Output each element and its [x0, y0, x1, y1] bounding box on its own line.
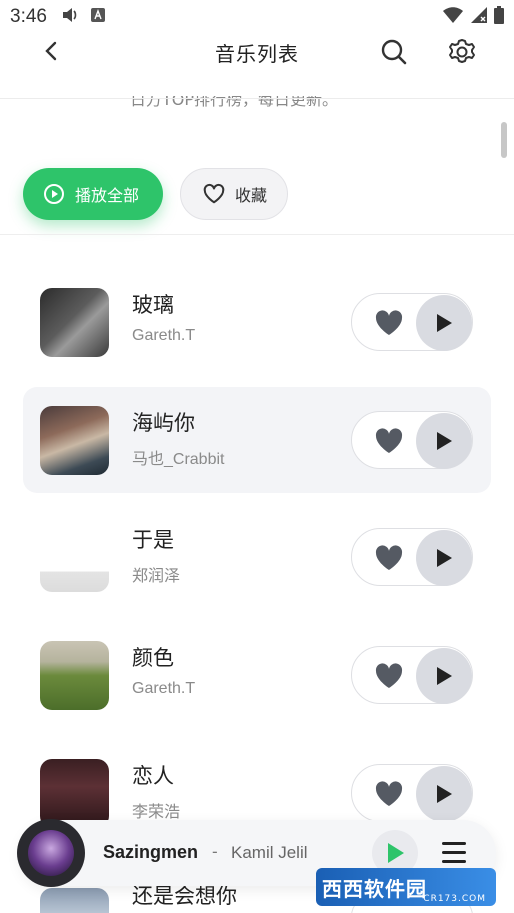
- now-playing-cover[interactable]: [17, 819, 85, 887]
- play-icon: [388, 843, 404, 863]
- song-controls: [351, 411, 473, 469]
- album-cover: [40, 759, 109, 828]
- song-row[interactable]: 海屿你 马也_Crabbit: [23, 387, 491, 493]
- play-all-button[interactable]: 播放全部: [23, 168, 163, 220]
- play-button[interactable]: [416, 413, 472, 469]
- heart-icon: [375, 781, 403, 806]
- play-all-label: 播放全部: [75, 186, 140, 205]
- now-playing-artist: Kamil Jelil: [231, 843, 308, 862]
- song-title: 于是: [132, 528, 174, 552]
- gear-icon: [449, 39, 475, 63]
- volume-icon: [61, 7, 79, 27]
- now-playing-separator: -: [212, 842, 218, 861]
- battery-icon: [494, 5, 504, 29]
- play-icon: [437, 314, 452, 332]
- now-playing-artwork: [28, 830, 74, 876]
- heart-icon: [375, 545, 403, 570]
- song-artist: 李荣浩: [132, 804, 181, 821]
- song-controls: [351, 646, 473, 704]
- watermark-logo: 西西软件园 CR173.COM: [316, 868, 496, 906]
- collect-button[interactable]: 收藏: [180, 168, 288, 220]
- song-title: 玻璃: [132, 293, 174, 317]
- song-artist: Gareth.T: [132, 680, 196, 697]
- album-cover: [40, 288, 109, 357]
- watermark-text: 西西软件园: [322, 876, 427, 901]
- wifi-icon: [442, 6, 464, 29]
- keyboard-a-icon: [90, 8, 105, 26]
- song-row[interactable]: 颜色 Gareth.T: [23, 622, 491, 728]
- play-circle-icon: [44, 184, 64, 204]
- search-icon: [381, 39, 407, 65]
- play-icon: [437, 432, 452, 450]
- playlist-menu-button[interactable]: [440, 840, 468, 866]
- song-title: 恋人: [132, 764, 174, 788]
- heart-outline-icon: [203, 183, 225, 204]
- heart-icon: [375, 663, 403, 688]
- scrollbar-thumb[interactable]: [501, 122, 507, 158]
- like-button[interactable]: [374, 309, 404, 337]
- song-artist: 马也_Crabbit: [132, 451, 225, 468]
- play-icon: [437, 667, 452, 685]
- like-button[interactable]: [374, 780, 404, 808]
- song-title: 颜色: [132, 646, 174, 670]
- search-button[interactable]: [378, 36, 410, 68]
- play-icon: [437, 785, 452, 803]
- page-title: 音乐列表: [215, 42, 299, 66]
- like-button[interactable]: [374, 662, 404, 690]
- song-controls: [351, 764, 473, 822]
- heart-icon: [375, 310, 403, 335]
- signal-icon: [470, 6, 488, 29]
- album-cover: [40, 406, 109, 475]
- settings-button[interactable]: [446, 36, 478, 68]
- play-icon: [437, 549, 452, 567]
- heart-icon: [375, 428, 403, 453]
- play-button[interactable]: [416, 295, 472, 351]
- song-artist: Gareth.T: [132, 327, 196, 344]
- menu-icon: [442, 842, 466, 863]
- header-divider: [0, 98, 514, 99]
- song-title: 海屿你: [132, 411, 195, 435]
- status-time: 3:46: [10, 6, 47, 27]
- watermark-subtext: CR173.COM: [423, 894, 486, 904]
- app-header: 音乐列表: [0, 28, 514, 76]
- album-cover: [40, 641, 109, 710]
- album-cover: [40, 523, 109, 592]
- like-button[interactable]: [374, 544, 404, 572]
- song-artist: 郑润泽: [132, 568, 181, 585]
- collect-label: 收藏: [235, 186, 268, 205]
- play-button[interactable]: [416, 648, 472, 704]
- song-controls: [351, 528, 473, 586]
- like-button[interactable]: [374, 427, 404, 455]
- play-button[interactable]: [416, 766, 472, 822]
- list-divider: [0, 234, 514, 235]
- song-row[interactable]: 玻璃 Gareth.T: [23, 269, 491, 375]
- song-row[interactable]: 于是 郑润泽: [23, 504, 491, 610]
- now-playing-title: Sazingmen: [103, 842, 199, 862]
- play-button[interactable]: [416, 530, 472, 586]
- album-cover: [40, 888, 109, 913]
- song-controls: [351, 293, 473, 351]
